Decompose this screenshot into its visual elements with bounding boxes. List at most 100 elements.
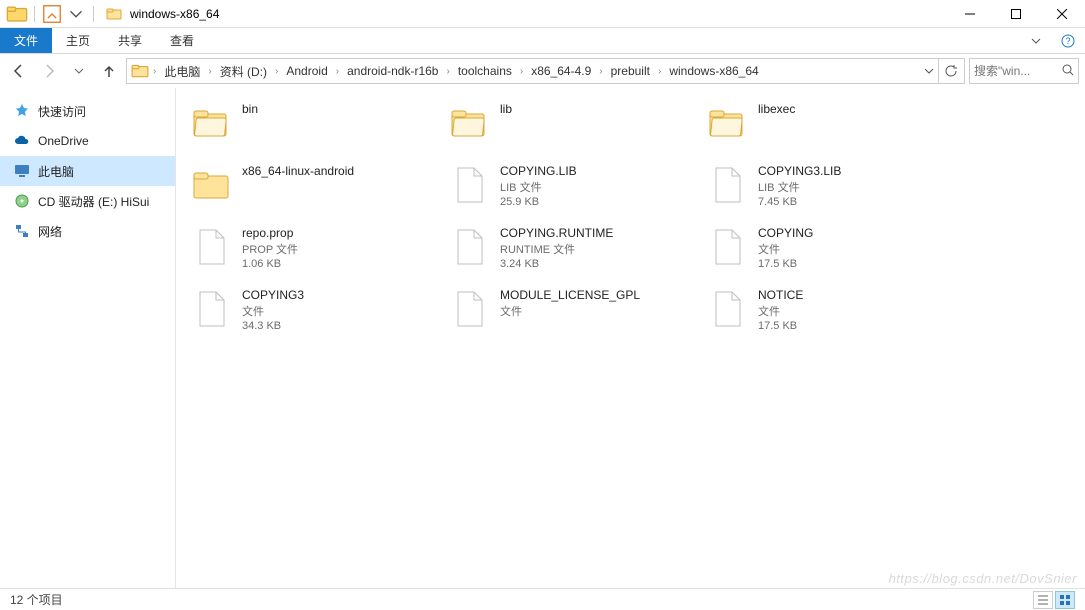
folder-icon bbox=[448, 102, 490, 144]
chevron-right-icon[interactable]: › bbox=[597, 66, 604, 77]
search-input[interactable] bbox=[974, 64, 1044, 78]
sidebar-item-label: 网络 bbox=[38, 223, 62, 240]
file-item[interactable]: NOTICE文件17.5 KB bbox=[700, 284, 956, 344]
breadcrumb-item[interactable]: Android bbox=[280, 59, 333, 83]
ribbon-tab-file[interactable]: 文件 bbox=[0, 28, 52, 53]
breadcrumb-item[interactable]: android-ndk-r16b bbox=[341, 59, 444, 83]
file-type: 文件 bbox=[758, 241, 813, 257]
file-icon bbox=[190, 288, 232, 330]
file-item[interactable]: MODULE_LICENSE_GPL文件 bbox=[442, 284, 698, 344]
navigation-bar: › 此电脑 › 资料 (D:) › Android › android-ndk-… bbox=[0, 54, 1085, 88]
ribbon-expand-icon[interactable] bbox=[1025, 30, 1047, 52]
file-name: COPYING bbox=[758, 226, 813, 240]
breadcrumb-item[interactable]: x86_64-4.9 bbox=[525, 59, 597, 83]
status-bar: 12 个项目 bbox=[0, 588, 1085, 610]
file-name: lib bbox=[500, 102, 512, 116]
file-item[interactable]: COPYING.RUNTIMERUNTIME 文件3.24 KB bbox=[442, 222, 698, 282]
file-size: 25.9 KB bbox=[500, 196, 577, 208]
qat-dropdown-icon[interactable] bbox=[65, 3, 87, 25]
chevron-right-icon[interactable]: › bbox=[444, 66, 451, 77]
network-icon bbox=[14, 223, 30, 239]
divider bbox=[93, 6, 94, 22]
search-icon[interactable] bbox=[1062, 64, 1074, 79]
folder-icon bbox=[190, 164, 232, 206]
title-folder-icon bbox=[106, 6, 122, 22]
file-name: repo.prop bbox=[242, 226, 298, 240]
file-name: libexec bbox=[758, 102, 795, 116]
folder-item[interactable]: bin bbox=[184, 98, 440, 158]
file-type: LIB 文件 bbox=[500, 179, 577, 195]
file-item[interactable]: repo.propPROP 文件1.06 KB bbox=[184, 222, 440, 282]
chevron-right-icon[interactable]: › bbox=[273, 66, 280, 77]
file-icon bbox=[190, 226, 232, 268]
back-button[interactable] bbox=[6, 58, 32, 84]
search-box[interactable] bbox=[969, 58, 1079, 84]
file-type: 文件 bbox=[758, 303, 803, 319]
minimize-button[interactable] bbox=[947, 0, 993, 28]
maximize-button[interactable] bbox=[993, 0, 1039, 28]
recent-dropdown[interactable] bbox=[66, 58, 92, 84]
folder-item[interactable]: x86_64-linux-android bbox=[184, 160, 440, 220]
close-button[interactable] bbox=[1039, 0, 1085, 28]
breadcrumb-item[interactable]: toolchains bbox=[452, 59, 518, 83]
file-item[interactable]: COPYING3.LIBLIB 文件7.45 KB bbox=[700, 160, 956, 220]
chevron-right-icon[interactable]: › bbox=[334, 66, 341, 77]
ribbon-tab-home[interactable]: 主页 bbox=[52, 28, 104, 53]
file-size: 7.45 KB bbox=[758, 196, 841, 208]
folder-icon bbox=[190, 102, 232, 144]
folder-item[interactable]: libexec bbox=[700, 98, 956, 158]
refresh-button[interactable] bbox=[938, 59, 962, 83]
file-name: NOTICE bbox=[758, 288, 803, 302]
file-type: 文件 bbox=[242, 303, 304, 319]
file-icon bbox=[706, 288, 748, 330]
disc-icon bbox=[14, 193, 30, 209]
breadcrumb-item[interactable]: prebuilt bbox=[605, 59, 656, 83]
qat-properties-icon[interactable] bbox=[41, 3, 63, 25]
breadcrumb-item[interactable]: 此电脑 bbox=[158, 59, 206, 83]
sidebar-item-quick-access[interactable]: 快速访问 bbox=[0, 96, 175, 126]
breadcrumb-dropdown[interactable] bbox=[920, 59, 938, 83]
file-name: bin bbox=[242, 102, 258, 116]
ribbon-tab-share[interactable]: 共享 bbox=[104, 28, 156, 53]
chevron-right-icon[interactable]: › bbox=[656, 66, 663, 77]
breadcrumb-item[interactable]: 资料 (D:) bbox=[214, 59, 273, 83]
forward-button[interactable] bbox=[36, 58, 62, 84]
divider bbox=[34, 6, 35, 22]
file-item[interactable]: COPYING文件17.5 KB bbox=[700, 222, 956, 282]
sidebar-item-cd-drive[interactable]: CD 驱动器 (E:) HiSui bbox=[0, 186, 175, 216]
file-type: LIB 文件 bbox=[758, 179, 841, 195]
window-title: windows-x86_64 bbox=[130, 7, 219, 21]
chevron-right-icon[interactable]: › bbox=[206, 66, 213, 77]
file-list: binliblibexecx86_64-linux-androidCOPYING… bbox=[176, 88, 1085, 588]
view-large-icons-button[interactable] bbox=[1055, 591, 1075, 609]
ribbon-tab-view[interactable]: 查看 bbox=[156, 28, 208, 53]
sidebar-item-this-pc[interactable]: 此电脑 bbox=[0, 156, 175, 186]
file-name: COPYING3 bbox=[242, 288, 304, 302]
file-icon bbox=[448, 164, 490, 206]
file-name: COPYING.RUNTIME bbox=[500, 226, 613, 240]
file-size: 17.5 KB bbox=[758, 258, 813, 270]
help-icon[interactable]: ? bbox=[1057, 30, 1079, 52]
watermark: https://blog.csdn.net/DovSnier bbox=[889, 571, 1077, 586]
chevron-right-icon[interactable]: › bbox=[151, 66, 158, 77]
folder-item[interactable]: lib bbox=[442, 98, 698, 158]
file-name: COPYING3.LIB bbox=[758, 164, 841, 178]
breadcrumb-folder-icon bbox=[131, 62, 149, 80]
cloud-icon bbox=[14, 133, 30, 149]
file-type: PROP 文件 bbox=[242, 241, 298, 257]
breadcrumb[interactable]: › 此电脑 › 资料 (D:) › Android › android-ndk-… bbox=[126, 58, 965, 84]
sidebar-item-label: CD 驱动器 (E:) HiSui bbox=[38, 193, 149, 210]
sidebar-item-network[interactable]: 网络 bbox=[0, 216, 175, 246]
file-item[interactable]: COPYING.LIBLIB 文件25.9 KB bbox=[442, 160, 698, 220]
sidebar-item-label: OneDrive bbox=[38, 134, 89, 148]
view-details-button[interactable] bbox=[1033, 591, 1053, 609]
file-item[interactable]: COPYING3文件34.3 KB bbox=[184, 284, 440, 344]
breadcrumb-item[interactable]: windows-x86_64 bbox=[663, 59, 764, 83]
chevron-right-icon[interactable]: › bbox=[518, 66, 525, 77]
file-size: 1.06 KB bbox=[242, 258, 298, 270]
file-icon bbox=[448, 288, 490, 330]
file-icon bbox=[706, 226, 748, 268]
body: 快速访问 OneDrive 此电脑 CD 驱动器 (E:) HiSui 网络 b… bbox=[0, 88, 1085, 588]
sidebar-item-onedrive[interactable]: OneDrive bbox=[0, 126, 175, 156]
up-button[interactable] bbox=[96, 58, 122, 84]
